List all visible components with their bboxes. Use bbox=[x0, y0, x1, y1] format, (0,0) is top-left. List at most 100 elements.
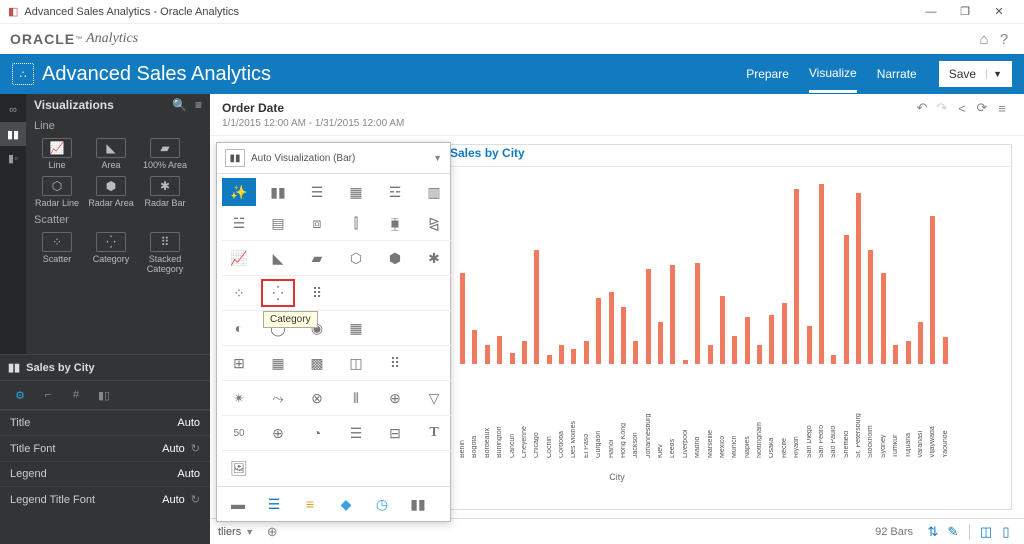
bar[interactable] bbox=[943, 337, 948, 364]
bar[interactable] bbox=[683, 360, 688, 364]
viz-grid2[interactable]: ▦ bbox=[261, 349, 295, 377]
bar[interactable] bbox=[868, 250, 873, 364]
bar[interactable] bbox=[485, 345, 490, 364]
viz-radar-area[interactable]: ⬢ bbox=[378, 244, 412, 272]
viz-gauge[interactable]: ◔ bbox=[300, 419, 334, 447]
viz-stacked-hbar[interactable]: ☲ bbox=[378, 178, 412, 206]
bar[interactable] bbox=[720, 296, 725, 364]
viz-radar-bar[interactable]: ✱ bbox=[417, 244, 451, 272]
layout-1-icon[interactable]: ◫ bbox=[976, 524, 996, 540]
bar[interactable] bbox=[658, 322, 663, 364]
bar[interactable] bbox=[906, 341, 911, 364]
share-icon[interactable]: < bbox=[952, 101, 972, 116]
bar[interactable] bbox=[757, 345, 762, 364]
viz-text[interactable]: T bbox=[417, 419, 451, 447]
prop-title-font[interactable]: Title FontAuto↻ bbox=[0, 435, 210, 461]
thumb-category[interactable]: ⁛Category bbox=[84, 230, 138, 274]
maximize-button[interactable]: ❐ bbox=[948, 5, 982, 18]
bar[interactable] bbox=[732, 336, 737, 365]
bar[interactable] bbox=[769, 315, 774, 364]
viz-mekko[interactable]: ▤ bbox=[261, 209, 295, 237]
bar[interactable] bbox=[881, 273, 886, 364]
viz-radar-line[interactable]: ⬡ bbox=[339, 244, 373, 272]
rail-analytics-icon[interactable]: ▮◦ bbox=[0, 146, 26, 170]
prop-legend-title-font[interactable]: Legend Title FontAuto↻ bbox=[0, 486, 210, 512]
bar[interactable] bbox=[819, 184, 824, 365]
viz-waterfall[interactable]: ⧯ bbox=[378, 209, 412, 237]
rail-viz-icon[interactable]: ▮▮ bbox=[0, 122, 26, 146]
bar[interactable] bbox=[844, 235, 849, 364]
viz-100bar[interactable]: ▥ bbox=[417, 178, 451, 206]
tab-prepare[interactable]: Prepare bbox=[746, 57, 789, 91]
bar[interactable] bbox=[745, 317, 750, 365]
bar[interactable] bbox=[930, 216, 935, 364]
viz-foot-5[interactable]: ◷ bbox=[367, 491, 397, 517]
bar[interactable] bbox=[571, 349, 576, 364]
add-canvas-icon[interactable]: ⊕ bbox=[262, 524, 282, 540]
viz-foot-6[interactable]: ▮▮ bbox=[403, 491, 433, 517]
viz-picker-header[interactable]: ▮▮ Auto Visualization (Bar) ▼ bbox=[217, 143, 450, 174]
viz-stacked-scatter[interactable]: ⠿ bbox=[300, 279, 334, 307]
viz-100area[interactable]: ▰ bbox=[300, 244, 334, 272]
viz-bar[interactable]: ▮▮ bbox=[261, 178, 295, 206]
bar[interactable] bbox=[807, 326, 812, 364]
viz-box[interactable]: ⫿ bbox=[339, 209, 373, 237]
viz-grid1[interactable]: ⊞ bbox=[222, 349, 256, 377]
footer-outliers[interactable]: tliers bbox=[218, 526, 241, 538]
bar[interactable] bbox=[794, 189, 799, 364]
viz-grid5[interactable]: ⠿ bbox=[378, 349, 412, 377]
viz-pie[interactable]: ◐ bbox=[222, 314, 256, 342]
viz-area[interactable]: ◣ bbox=[261, 244, 295, 272]
prop-values-icon[interactable]: ▮▯ bbox=[90, 385, 118, 405]
bar[interactable] bbox=[782, 303, 787, 364]
viz-chord[interactable]: ⊗ bbox=[300, 384, 334, 412]
viz-sankey[interactable]: ⤳ bbox=[261, 384, 295, 412]
close-button[interactable]: ✕ bbox=[982, 5, 1016, 18]
bar[interactable] bbox=[670, 265, 675, 364]
refresh-icon[interactable]: ⟳ bbox=[972, 100, 992, 116]
viz-tile[interactable]: 50 bbox=[222, 419, 256, 447]
bar[interactable] bbox=[522, 341, 527, 364]
viz-treemap[interactable]: ▦ bbox=[339, 314, 373, 342]
viz-foot-2[interactable]: ☰ bbox=[259, 491, 289, 517]
viz-hbar[interactable]: ☰ bbox=[300, 178, 334, 206]
sort-icon[interactable]: ⇅ bbox=[923, 524, 943, 540]
prop-edge-icon[interactable]: ⌐ bbox=[34, 385, 62, 405]
bar[interactable] bbox=[708, 345, 713, 364]
bar[interactable] bbox=[609, 292, 614, 364]
tab-visualize[interactable]: Visualize bbox=[809, 56, 857, 93]
search-icon[interactable]: 🔍 bbox=[172, 98, 187, 112]
bar[interactable] bbox=[695, 263, 700, 364]
save-button[interactable]: Save▼ bbox=[939, 61, 1012, 87]
thumb-scatter[interactable]: ⁘Scatter bbox=[30, 230, 84, 274]
minimize-button[interactable]: — bbox=[914, 6, 948, 18]
thumb-radar-line[interactable]: ⬡Radar Line bbox=[30, 174, 84, 208]
bar[interactable] bbox=[510, 353, 515, 364]
bar[interactable] bbox=[497, 336, 502, 365]
thumb-line[interactable]: 📈Line bbox=[30, 136, 84, 170]
viz-grid4[interactable]: ◫ bbox=[339, 349, 373, 377]
viz-map[interactable]: ⊕ bbox=[261, 419, 295, 447]
viz-stacked-bar[interactable]: ▦ bbox=[339, 178, 373, 206]
viz-image[interactable]: 🖼 bbox=[222, 454, 256, 482]
thumb-stacked-category[interactable]: ⠿Stacked Category bbox=[138, 230, 192, 274]
viz-grid3[interactable]: ▩ bbox=[300, 349, 334, 377]
viz-funnel[interactable]: ▽ bbox=[417, 384, 451, 412]
prop-title[interactable]: TitleAuto bbox=[0, 410, 210, 435]
viz-network[interactable]: ✴ bbox=[222, 384, 256, 412]
thumb-radar-area[interactable]: ⬢Radar Area bbox=[84, 174, 138, 208]
home-icon[interactable]: ⌂ bbox=[974, 31, 994, 48]
viz-category-scatter[interactable]: ⁛ bbox=[261, 279, 295, 307]
redo-icon[interactable]: ↷ bbox=[932, 100, 952, 116]
bar[interactable] bbox=[547, 355, 552, 365]
viz-foot-3[interactable]: ≡ bbox=[295, 491, 325, 517]
prop-axis-icon[interactable]: # bbox=[62, 385, 90, 405]
bar[interactable] bbox=[534, 250, 539, 364]
brush-icon[interactable]: ✎ bbox=[943, 524, 963, 540]
bar[interactable] bbox=[584, 341, 589, 364]
viz-foot-1[interactable]: ▬ bbox=[223, 491, 253, 517]
bar[interactable] bbox=[893, 345, 898, 364]
viz-parallel[interactable]: ⦀ bbox=[339, 384, 373, 412]
reload-icon[interactable]: ↻ bbox=[191, 493, 200, 506]
viz-foot-4[interactable]: ◆ bbox=[331, 491, 361, 517]
